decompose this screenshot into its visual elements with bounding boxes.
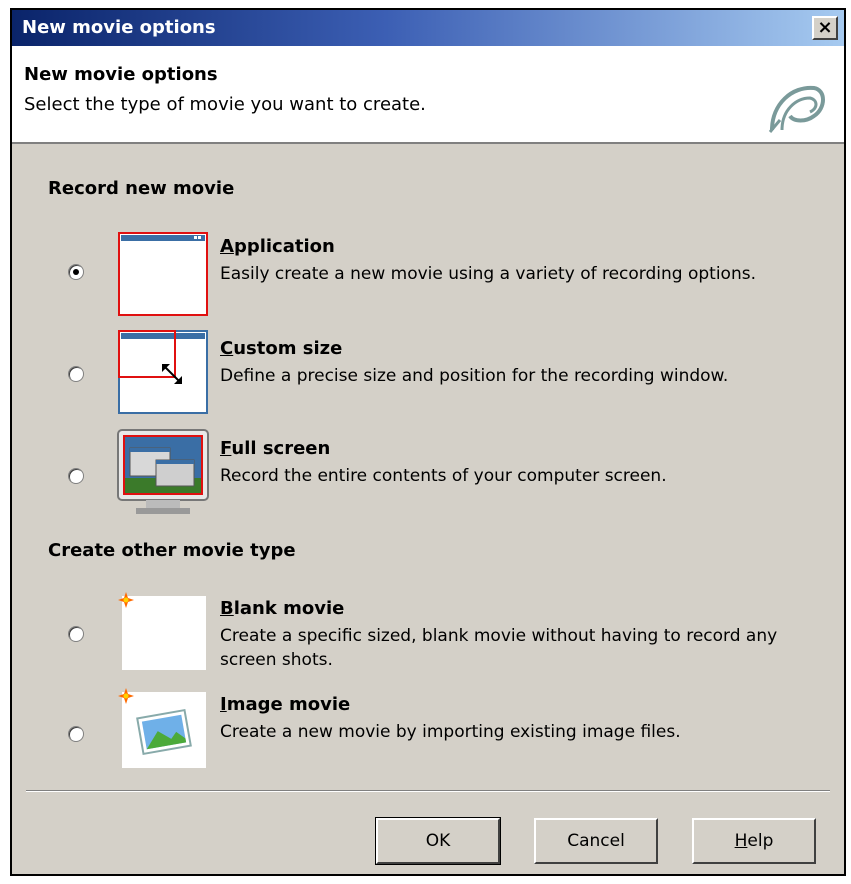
radio-image-movie[interactable] xyxy=(68,726,84,742)
option-desc-application: Easily create a new movie using a variet… xyxy=(220,264,756,284)
option-title-custom-size: Custom size xyxy=(220,338,342,359)
option-desc-image-movie: Create a new movie by importing existing… xyxy=(220,722,681,742)
option-application[interactable]: Application Easily create a new movie us… xyxy=(12,232,844,324)
mnemonic-f: F xyxy=(220,438,232,459)
radio-full-screen[interactable] xyxy=(68,468,84,484)
full-screen-monitor-icon xyxy=(117,429,209,514)
close-icon: × xyxy=(817,17,833,38)
ok-button[interactable]: OK xyxy=(375,817,501,865)
custom-size-icon xyxy=(118,330,208,414)
mnemonic-a: A xyxy=(220,236,234,257)
option-blank-movie[interactable]: Blank movie Create a specific sized, bla… xyxy=(12,590,844,674)
option-full-screen[interactable]: Full screen Record the entire contents o… xyxy=(12,428,844,518)
header-subtitle: Select the type of movie you want to cre… xyxy=(24,94,426,115)
option-custom-size[interactable]: Custom size Define a precise size and po… xyxy=(12,330,844,416)
option-image-movie[interactable]: Image movie Create a new movie by import… xyxy=(12,686,844,770)
title-bar[interactable]: New movie options × xyxy=(12,10,844,46)
header-panel: New movie options Select the type of mov… xyxy=(12,46,844,144)
title-rest: ustom size xyxy=(233,338,343,359)
blank-movie-icon xyxy=(118,592,206,670)
mnemonic-b: B xyxy=(220,598,234,619)
title-rest: ull screen xyxy=(231,438,331,459)
section-title-other: Create other movie type xyxy=(48,540,296,561)
radio-application[interactable] xyxy=(68,264,84,280)
captivate-logo-icon xyxy=(768,85,825,133)
title-rest: mage movie xyxy=(226,694,351,715)
title-rest: lank movie xyxy=(233,598,345,619)
mnemonic-h: H xyxy=(734,831,748,851)
new-movie-options-dialog: New movie options × New movie options Se… xyxy=(10,8,846,876)
radio-custom-size[interactable] xyxy=(68,366,84,382)
application-window-icon xyxy=(118,232,208,316)
separator xyxy=(26,790,830,792)
radio-blank-movie[interactable] xyxy=(68,626,84,642)
option-desc-full-screen: Record the entire contents of your compu… xyxy=(220,466,667,486)
option-desc-custom-size: Define a precise size and position for t… xyxy=(220,366,729,386)
mnemonic-i: I xyxy=(220,694,227,715)
option-title-image-movie: Image movie xyxy=(220,694,350,715)
mnemonic-c: C xyxy=(220,338,234,359)
cancel-button[interactable]: Cancel xyxy=(534,818,658,864)
window-title: New movie options xyxy=(22,17,216,38)
option-desc-blank-movie: Create a specific sized, blank movie wit… xyxy=(220,626,778,670)
help-rest: elp xyxy=(747,831,774,851)
option-title-application: Application xyxy=(220,236,335,257)
close-button[interactable]: × xyxy=(812,16,838,40)
image-movie-icon xyxy=(118,688,206,768)
help-button[interactable]: Help xyxy=(692,818,816,864)
title-rest: pplication xyxy=(233,236,335,257)
section-title-record: Record new movie xyxy=(48,178,235,199)
option-title-blank-movie: Blank movie xyxy=(220,598,344,619)
option-title-full-screen: Full screen xyxy=(220,438,330,459)
header-title: New movie options xyxy=(24,64,218,85)
